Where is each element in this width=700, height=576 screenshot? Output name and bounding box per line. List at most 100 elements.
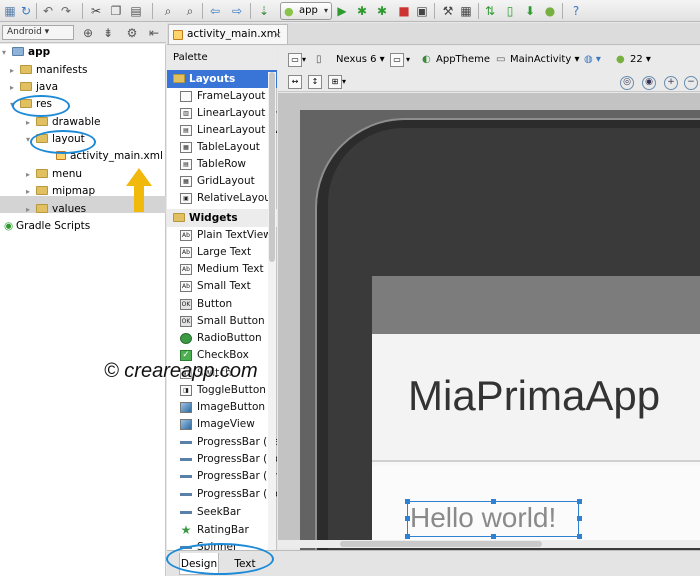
android-monitor-icon[interactable]: ● bbox=[542, 3, 558, 19]
make-icon[interactable]: ⇣ bbox=[256, 3, 272, 19]
palette-item[interactable]: ▦ GridLayout bbox=[167, 173, 277, 190]
palette-item[interactable]: Ab Plain TextView bbox=[167, 227, 277, 244]
undo-icon[interactable]: ↶ bbox=[40, 3, 56, 19]
scroll-thumb[interactable] bbox=[269, 72, 275, 262]
scroll-thumb[interactable] bbox=[340, 541, 542, 547]
settings-icon[interactable]: ⚒ bbox=[440, 3, 456, 19]
avd-manager-icon[interactable]: ▯ bbox=[502, 3, 518, 19]
collapse-icon[interactable]: ⇟ bbox=[100, 25, 116, 41]
sdk-manager-icon[interactable]: ⬇ bbox=[522, 3, 538, 19]
zoom-out-icon[interactable]: − bbox=[684, 76, 698, 90]
canvas-horizontal-scrollbar[interactable] bbox=[278, 540, 700, 548]
palette-item[interactable]: Ab Medium Text bbox=[167, 261, 277, 278]
cut-icon[interactable]: ✂ bbox=[88, 3, 104, 19]
progress-bar-icon bbox=[180, 437, 192, 448]
fit-width-icon[interactable]: ↔ bbox=[288, 75, 302, 89]
palette-item-label: ProgressBar (Hor bbox=[197, 488, 277, 500]
fit-height-icon[interactable]: ↕ bbox=[308, 75, 322, 89]
palette-category-layouts[interactable]: Layouts bbox=[167, 70, 277, 88]
resize-handle[interactable] bbox=[405, 499, 410, 504]
hide-icon[interactable]: ⇤ bbox=[146, 25, 162, 41]
tree-item-app[interactable]: ▾ app bbox=[2, 44, 50, 61]
resize-handle[interactable] bbox=[405, 516, 410, 521]
run-configuration-select[interactable]: ● app ▾ bbox=[280, 2, 332, 20]
palette-item[interactable]: FrameLayout bbox=[167, 88, 277, 105]
resize-handle[interactable] bbox=[577, 516, 582, 521]
forward-icon[interactable]: ⇨ bbox=[229, 3, 245, 19]
api-level-select[interactable]: 22 ▾ bbox=[630, 52, 651, 68]
zoom-fit-icon[interactable]: ◎ bbox=[620, 76, 634, 90]
palette-item[interactable]: ★ RatingBar bbox=[167, 522, 277, 539]
sync-icon[interactable]: ↻ bbox=[18, 3, 34, 19]
tree-label: java bbox=[36, 81, 58, 93]
palette-item[interactable]: ImageView bbox=[167, 416, 277, 433]
tab-activity-main-xml[interactable]: activity_main.xml × bbox=[168, 24, 288, 44]
resize-handle[interactable] bbox=[491, 534, 496, 539]
back-icon[interactable]: ⇦ bbox=[207, 3, 223, 19]
tree-item-java[interactable]: ▸ java bbox=[10, 79, 58, 96]
zoom-in-icon[interactable]: + bbox=[664, 76, 678, 90]
palette-item[interactable]: ◨ ToggleButton bbox=[167, 382, 277, 399]
find-icon[interactable]: ⌕ bbox=[160, 3, 176, 19]
copy-icon[interactable]: ❐ bbox=[108, 3, 124, 19]
tree-label: activity_main.xml bbox=[70, 150, 163, 162]
debug-icon[interactable]: ✱ bbox=[354, 3, 370, 19]
seekbar-icon bbox=[180, 507, 192, 518]
paste-icon[interactable]: ▤ bbox=[128, 3, 144, 19]
sync-icon[interactable]: ⊕ bbox=[80, 25, 96, 41]
tree-item-manifests[interactable]: ▸ manifests bbox=[10, 62, 87, 79]
orientation-icon[interactable]: ▭ bbox=[390, 53, 404, 67]
tree-item-values[interactable]: ▸ values bbox=[26, 201, 86, 218]
palette-item[interactable]: ProgressBar (Sma bbox=[167, 468, 277, 485]
resize-handle[interactable] bbox=[577, 534, 582, 539]
device-select[interactable]: Nexus 6 ▾ bbox=[336, 52, 385, 68]
tree-item-menu[interactable]: ▸ menu bbox=[26, 166, 82, 183]
resize-handle[interactable] bbox=[577, 499, 582, 504]
redo-icon[interactable]: ↷ bbox=[58, 3, 74, 19]
stop-icon[interactable]: ■ bbox=[396, 3, 412, 19]
palette-item[interactable]: OK Button bbox=[167, 296, 277, 313]
device-icon[interactable]: ▣ bbox=[414, 3, 430, 19]
zoom-actual-icon[interactable]: ◉ bbox=[642, 76, 656, 90]
palette-item[interactable]: SeekBar bbox=[167, 504, 277, 521]
palette-item[interactable]: OK Small Button bbox=[167, 313, 277, 330]
sync-gradle-icon[interactable]: ⇅ bbox=[482, 3, 498, 19]
palette-item[interactable]: ▤ LinearLayout (Ve bbox=[167, 122, 277, 139]
theme-select[interactable]: AppTheme bbox=[436, 52, 490, 68]
save-all-icon[interactable]: ▦ bbox=[2, 3, 18, 19]
palette-item[interactable]: ▣ RelativeLayout bbox=[167, 190, 277, 207]
palette-category-widgets[interactable]: Widgets bbox=[167, 209, 277, 227]
resize-handle[interactable] bbox=[405, 534, 410, 539]
palette-item[interactable]: Ab Small Text bbox=[167, 278, 277, 295]
palette-item[interactable]: ▥ LinearLayout (Ho bbox=[167, 105, 277, 122]
help-icon[interactable]: ? bbox=[568, 3, 584, 19]
close-icon[interactable]: × bbox=[273, 25, 282, 44]
palette-item[interactable]: RadioButton bbox=[167, 330, 277, 347]
activity-select[interactable]: MainActivity ▾ bbox=[510, 52, 579, 68]
replace-icon[interactable]: ⌕ bbox=[182, 3, 198, 19]
attach-debugger-icon[interactable]: ✱ bbox=[374, 3, 390, 19]
palette-item[interactable]: ImageButton bbox=[167, 399, 277, 416]
project-view-select[interactable]: Android ▾ bbox=[2, 25, 74, 40]
palette-item[interactable]: ProgressBar (Nor bbox=[167, 451, 277, 468]
phone-icon: ▯ bbox=[316, 54, 322, 65]
palette-item[interactable]: Ab Large Text bbox=[167, 244, 277, 261]
palette-scrollbar[interactable] bbox=[268, 72, 276, 576]
wrap-content-icon[interactable]: ⊞ bbox=[328, 75, 342, 89]
palette-item[interactable]: ProgressBar (Hor bbox=[167, 486, 277, 503]
hello-world-textview[interactable]: Hello world! bbox=[410, 502, 556, 534]
palette-item-label: LinearLayout (Ho bbox=[197, 107, 277, 119]
chevron-down-icon: ▾ bbox=[323, 6, 328, 15]
structure-icon[interactable]: ▦ bbox=[458, 3, 474, 19]
palette-item[interactable]: ▤ TableRow bbox=[167, 156, 277, 173]
radio-button-icon bbox=[180, 333, 192, 344]
globe-icon[interactable]: ◍ ▾ bbox=[584, 52, 601, 68]
palette-item[interactable]: ProgressBar (Larg bbox=[167, 434, 277, 451]
gear-icon[interactable]: ⚙ bbox=[124, 25, 140, 41]
resize-handle[interactable] bbox=[491, 499, 496, 504]
run-icon[interactable]: ▶ bbox=[334, 3, 350, 19]
tree-item-gradle-scripts[interactable]: ◉ Gradle Scripts bbox=[4, 218, 90, 235]
tree-item-mipmap[interactable]: ▸ mipmap bbox=[26, 183, 95, 200]
palette-item[interactable]: ▦ TableLayout bbox=[167, 139, 277, 156]
palette-toggle-icon[interactable]: ▭ bbox=[288, 53, 302, 67]
